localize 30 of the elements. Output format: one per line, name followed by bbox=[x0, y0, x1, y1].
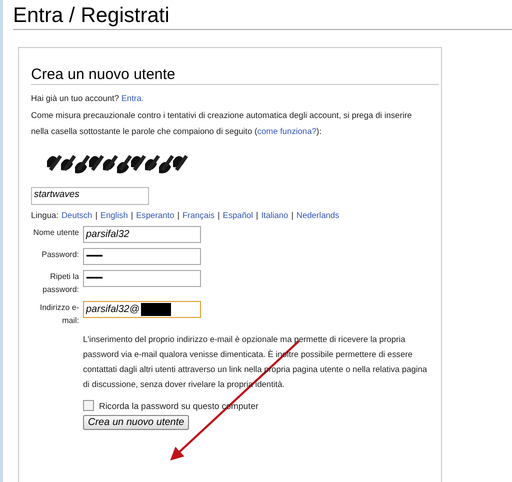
field-label: Ripeti la password: bbox=[42, 271, 79, 296]
language-link[interactable]: Español bbox=[222, 210, 254, 220]
language-link[interactable]: Esperanto bbox=[136, 210, 174, 220]
login-link[interactable]: Entra. bbox=[121, 93, 144, 103]
language-label: Lingua: bbox=[31, 210, 58, 220]
language-link[interactable]: Deutsch bbox=[61, 210, 92, 220]
separator: | bbox=[291, 210, 294, 220]
separator: | bbox=[256, 210, 258, 220]
create-account-button[interactable]: Crea un nuovo utente bbox=[83, 415, 190, 430]
language-link[interactable]: Nederlands bbox=[296, 210, 340, 220]
captcha-instructions: Come misura precauzionale contro i tentativi di creazione automatica degli account, si prega di inserire nella casella sottostante le parole che compaiono di seguito (come funziona?): bbox=[31, 109, 413, 138]
separator: | bbox=[95, 210, 98, 220]
separator: | bbox=[218, 210, 220, 220]
account-prompt: Hai già un tuo account? Entra. bbox=[31, 93, 145, 103]
separator: | bbox=[130, 210, 134, 220]
redaction-block bbox=[140, 303, 171, 316]
language-link[interactable]: Français bbox=[182, 210, 215, 220]
checkbox[interactable] bbox=[83, 400, 94, 411]
field-label: Nome utente bbox=[32, 227, 79, 239]
field-label: Password: bbox=[40, 249, 79, 261]
captcha-input[interactable]: startwaves bbox=[31, 187, 149, 205]
help-link[interactable]: come funziona? bbox=[257, 126, 316, 136]
language-link[interactable]: Italiano bbox=[261, 210, 288, 220]
field-label: Indirizzo e-mail: bbox=[38, 302, 79, 327]
separator: | bbox=[177, 210, 180, 220]
form-heading: Crea un nuovo utente bbox=[31, 66, 439, 85]
language-link[interactable]: English bbox=[100, 210, 128, 220]
page-title: Entra / Registrati bbox=[13, 0, 512, 30]
text-field[interactable]: parsifal32 bbox=[83, 226, 201, 243]
email-field[interactable]: parsifal32@ bbox=[83, 301, 201, 318]
